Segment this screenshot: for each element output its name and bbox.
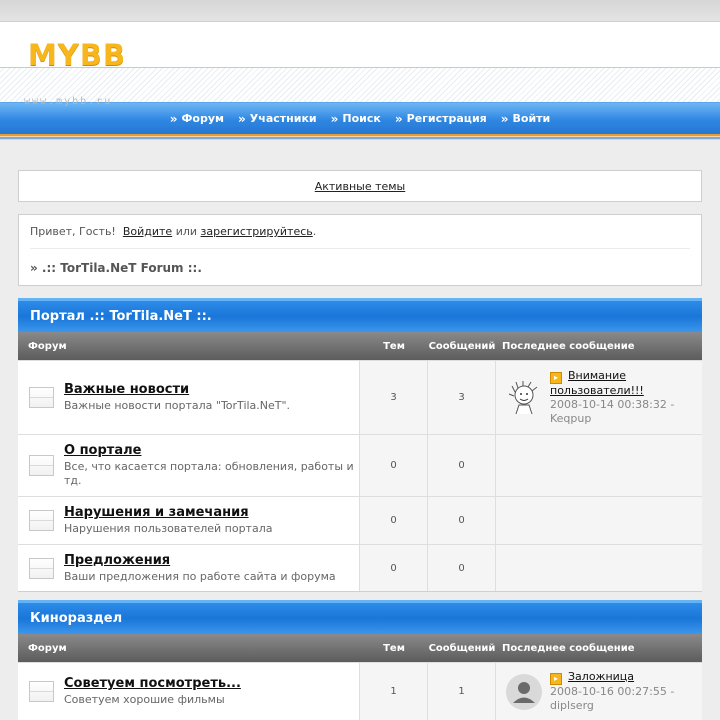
- forum-description: Все, что касается портала: обновления, р…: [64, 460, 354, 487]
- forum-row: Советуем посмотреть... Советуем хорошие …: [18, 662, 702, 720]
- double-chevron-icon: »: [238, 111, 246, 126]
- last-post-link[interactable]: Внимание пользователи!!!: [550, 369, 644, 397]
- site-logo[interactable]: MYBB: [28, 41, 126, 70]
- nav-members[interactable]: » Участники: [238, 112, 317, 126]
- column-last-post: Последнее сообщение: [502, 642, 635, 654]
- nav-label: Войти: [512, 112, 551, 125]
- column-posts: Сообщений: [428, 642, 496, 654]
- nav-label: Регистрация: [406, 112, 487, 125]
- column-posts: Сообщений: [428, 340, 496, 352]
- forum-name-link[interactable]: Нарушения и замечания: [64, 505, 272, 520]
- last-post-empty: [496, 435, 702, 496]
- topic-count: 0: [360, 545, 428, 591]
- register-link[interactable]: зарегистрируйтесь: [201, 225, 313, 238]
- post-count: 0: [428, 435, 496, 496]
- double-chevron-icon: »: [394, 111, 403, 126]
- forum-row: Нарушения и замечания Нарушения пользова…: [18, 496, 702, 544]
- double-chevron-icon: »: [330, 111, 339, 126]
- site-header: MYBB www.mybb.ru: [0, 22, 720, 107]
- forum-name-link[interactable]: О портале: [64, 443, 359, 458]
- nav-forum[interactable]: » Форум: [170, 112, 224, 126]
- login-link[interactable]: Войдите: [123, 225, 172, 238]
- sketch-avatar-icon: [506, 379, 542, 416]
- post-count: 0: [428, 545, 496, 591]
- forum-status-icon: [29, 387, 54, 408]
- forum-row: Важные новости Важные новости портала "T…: [18, 360, 702, 434]
- nav-label: Участники: [249, 112, 317, 125]
- forum-row: О портале Все, что касается портала: обн…: [18, 434, 702, 496]
- nav-search[interactable]: » Поиск: [331, 112, 381, 126]
- last-post-empty: [496, 545, 702, 591]
- category-title[interactable]: Портал .:: TorTila.NeT ::.: [18, 298, 702, 332]
- active-topics-bar: Активные темы: [18, 170, 702, 202]
- forum-description: Важные новости портала "TorTila.NeT".: [64, 399, 291, 412]
- breadcrumb: » .:: TorTila.NeT Forum ::.: [30, 261, 202, 275]
- topic-count: 0: [360, 435, 428, 496]
- column-topics: Тем: [383, 340, 405, 352]
- forum-status-icon: [29, 557, 54, 579]
- column-forum: Форум: [28, 642, 67, 654]
- site-url: www.mybb.ru: [24, 96, 113, 107]
- header-stripes: [0, 134, 720, 140]
- forum-name-link[interactable]: Важные новости: [64, 382, 290, 397]
- top-bar: [0, 0, 720, 22]
- nav-label: Форум: [181, 112, 225, 125]
- column-forum: Форум: [28, 340, 67, 352]
- forum-status-icon: [29, 455, 54, 476]
- forum-description: Советуем хорошие фильмы: [64, 693, 225, 706]
- goto-post-icon[interactable]: ▸: [550, 673, 562, 685]
- forum-status-icon: [29, 681, 54, 702]
- default-user-icon: [506, 673, 542, 710]
- welcome-box: Привет, Гость! Войдите или зарегистрируй…: [18, 214, 702, 286]
- goto-post-icon[interactable]: ▸: [550, 372, 562, 384]
- nav-label: Поиск: [342, 112, 381, 125]
- welcome-line: Привет, Гость! Войдите или зарегистрируй…: [30, 225, 690, 249]
- forum-status-icon: [29, 510, 54, 531]
- topic-count: 0: [360, 497, 428, 544]
- greeting-text: Привет, Гость!: [30, 225, 116, 238]
- topic-count: 1: [360, 663, 428, 720]
- forum-description: Нарушения пользователей портала: [64, 522, 273, 535]
- column-last-post: Последнее сообщение: [502, 340, 635, 352]
- post-count: 0: [428, 497, 496, 544]
- last-post-link[interactable]: Заложница: [568, 670, 634, 683]
- column-topics: Тем: [383, 642, 405, 654]
- double-chevron-icon: »: [500, 111, 509, 126]
- column-header-row: Форум Тем Сообщений Последнее сообщение: [18, 634, 702, 662]
- last-post-empty: [496, 497, 702, 544]
- post-count: 3: [428, 361, 496, 434]
- forum-name-link[interactable]: Советуем посмотреть...: [64, 676, 241, 691]
- category-title[interactable]: Кинораздел: [18, 600, 702, 634]
- last-post-meta: 2008-10-16 00:27:55 - diplserg: [550, 685, 675, 712]
- nav-login[interactable]: » Войти: [501, 112, 551, 126]
- forum-row: Предложения Ваши предложения по работе с…: [18, 544, 702, 592]
- active-topics-link[interactable]: Активные темы: [315, 180, 406, 193]
- post-count: 1: [428, 663, 496, 720]
- forum-description: Ваши предложения по работе сайта и форум…: [64, 569, 336, 583]
- nav-register[interactable]: » Регистрация: [395, 112, 487, 126]
- column-header-row: Форум Тем Сообщений Последнее сообщение: [18, 332, 702, 360]
- category-portal: Портал .:: TorTila.NeT ::. Форум Тем Соо…: [18, 298, 702, 592]
- or-text: или: [175, 225, 198, 238]
- category-cinema: Кинораздел Форум Тем Сообщений Последнее…: [18, 600, 702, 720]
- forum-name-link[interactable]: Предложения: [64, 553, 336, 568]
- double-chevron-icon: »: [169, 111, 178, 126]
- topic-count: 3: [360, 361, 428, 434]
- last-post-meta: 2008-10-14 00:38:32 - Keqpup: [550, 398, 675, 425]
